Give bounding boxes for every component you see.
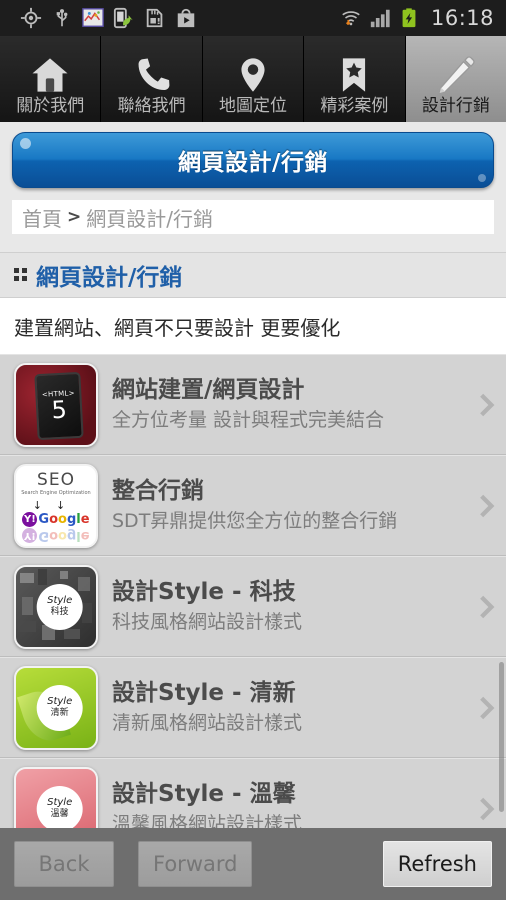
bookmark-star-icon bbox=[335, 53, 373, 97]
warm-style-thumbnail: Style 溫馨 bbox=[14, 766, 98, 828]
battery-charging-icon bbox=[398, 7, 420, 29]
tab-about-us[interactable]: 關於我們 bbox=[0, 36, 102, 122]
thumb-reflection: Y! Google bbox=[22, 527, 90, 543]
tab-label: 地圖定位 bbox=[219, 96, 288, 117]
page-tagline: 建置網站、網頁不只要設計 更要優化 bbox=[0, 298, 506, 354]
breadcrumb: 首頁 > 網頁設計/行銷 bbox=[12, 200, 494, 234]
google-logo-icon: Google bbox=[38, 511, 90, 527]
list-item-title: 設計Style - 溫馨 bbox=[112, 780, 296, 807]
app-icon bbox=[82, 7, 104, 29]
breadcrumb-home[interactable]: 首頁 bbox=[22, 203, 62, 232]
seo-search-engines-thumbnail: SEO Search Engine Optimization ↓↓ Y! Goo… bbox=[14, 463, 98, 548]
button-highlight-top-left-icon bbox=[20, 138, 31, 149]
list-item[interactable]: SEO Search Engine Optimization ↓↓ Y! Goo… bbox=[0, 455, 506, 556]
chevron-right-icon bbox=[466, 493, 506, 519]
tab-contact-us[interactable]: 聯絡我們 bbox=[101, 36, 203, 122]
list-item-subtitle: 科技風格網站設計樣式 bbox=[112, 610, 303, 633]
back-button[interactable]: Back bbox=[14, 841, 114, 887]
thumb-arrows-icon: ↓↓ bbox=[32, 498, 80, 512]
list-item[interactable]: <HTML> 5 網站建置/網頁設計 全方位考量 設計與程式完美結合 bbox=[0, 354, 506, 455]
tab-design-marketing[interactable]: 設計行銷 bbox=[405, 36, 506, 122]
chevron-right-icon bbox=[466, 594, 506, 620]
google-logo-reflection-icon: Google bbox=[38, 527, 90, 543]
page-title: 網頁設計/行銷 bbox=[178, 150, 328, 176]
style-badge: Style 清新 bbox=[36, 684, 83, 731]
badge-kind-label: 清新 bbox=[50, 707, 69, 718]
thumb-brand-logos: Y! Google bbox=[22, 511, 90, 527]
fresh-leaf-style-thumbnail: Style 清新 bbox=[14, 665, 98, 750]
status-bar: 16:18 bbox=[0, 0, 506, 36]
tab-label: 精彩案例 bbox=[320, 96, 389, 117]
badge-style-label: Style bbox=[47, 695, 73, 707]
list-item-text: 設計Style - 科技 科技風格網站設計樣式 bbox=[98, 578, 466, 635]
breadcrumb-separator-icon: > bbox=[67, 207, 82, 227]
usb-icon bbox=[51, 7, 73, 29]
tech-style-thumbnail: Style 科技 bbox=[14, 564, 98, 649]
list-item-text: 整合行銷 SDT昇鼎提供您全方位的整合行銷 bbox=[98, 477, 466, 534]
location-pin-icon bbox=[234, 53, 272, 97]
phone-icon bbox=[133, 53, 171, 97]
service-list: <HTML> 5 網站建置/網頁設計 全方位考量 設計與程式完美結合 SEO S… bbox=[0, 354, 506, 828]
list-item[interactable]: Style 溫馨 設計Style - 溫馨 溫馨風格網站設計樣式 bbox=[0, 758, 506, 828]
thumb-html-version: 5 bbox=[50, 395, 68, 424]
status-left-icons bbox=[8, 7, 340, 29]
status-right-icons: 16:18 bbox=[340, 6, 498, 30]
status-clock: 16:18 bbox=[430, 6, 494, 30]
home-icon bbox=[30, 53, 70, 97]
style-badge: Style 科技 bbox=[36, 583, 83, 630]
tagline-text: 建置網站、網頁不只要設計 更要優化 bbox=[14, 315, 341, 340]
play-store-icon bbox=[175, 7, 197, 29]
list-item-text: 設計Style - 清新 清新風格網站設計樣式 bbox=[98, 679, 466, 736]
chevron-right-icon bbox=[466, 392, 506, 418]
list-item-subtitle: 清新風格網站設計樣式 bbox=[112, 711, 303, 734]
breadcrumb-current: 網頁設計/行銷 bbox=[86, 206, 213, 231]
list-item-subtitle: 全方位考量 設計與程式完美結合 bbox=[112, 408, 385, 431]
tab-label: 關於我們 bbox=[16, 96, 85, 117]
vertical-scrollbar[interactable] bbox=[499, 662, 504, 812]
tab-label: 聯絡我們 bbox=[117, 96, 186, 117]
badge-style-label: Style bbox=[47, 594, 73, 606]
forward-button[interactable]: Forward bbox=[138, 841, 253, 887]
badge-kind-label: 溫馨 bbox=[50, 808, 69, 819]
list-item-subtitle: 溫馨風格網站設計樣式 bbox=[112, 812, 303, 828]
app-root: 16:18 關於我們 聯絡我們 地圖定位 精彩案例 設計行銷 網頁設計/行銷 首… bbox=[0, 0, 506, 900]
web-view-content: 網頁設計/行銷 首頁 > 網頁設計/行銷 網頁設計/行銷 建置網站、網頁不只要設… bbox=[0, 122, 506, 828]
thumb-seo-label: SEO bbox=[37, 469, 75, 490]
list-item-text: 設計Style - 溫馨 溫馨風格網站設計樣式 bbox=[98, 780, 466, 828]
signal-bars-icon bbox=[369, 7, 391, 29]
list-item-title: 網站建置/網頁設計 bbox=[112, 376, 305, 403]
tab-bar: 關於我們 聯絡我們 地圖定位 精彩案例 設計行銷 bbox=[0, 36, 506, 122]
badge-kind-label: 科技 bbox=[50, 606, 69, 617]
button-highlight-bottom-right-icon bbox=[478, 174, 486, 182]
sdcard-icon bbox=[144, 7, 166, 29]
list-item-title: 整合行銷 bbox=[112, 477, 204, 504]
gps-icon bbox=[20, 7, 42, 29]
page-title-container: 網頁設計/行銷 bbox=[0, 122, 506, 196]
tab-label: 設計行銷 bbox=[421, 96, 490, 117]
html5-tablet-thumbnail: <HTML> 5 bbox=[14, 362, 98, 447]
tab-case-studies[interactable]: 精彩案例 bbox=[304, 36, 406, 122]
list-item-title: 設計Style - 科技 bbox=[112, 578, 296, 605]
yahoo-logo-icon: Y! bbox=[22, 511, 38, 527]
section-title: 網頁設計/行銷 bbox=[36, 265, 183, 291]
list-item-text: 網站建置/網頁設計 全方位考量 設計與程式完美結合 bbox=[98, 376, 466, 433]
list-item[interactable]: Style 科技 設計Style - 科技 科技風格網站設計樣式 bbox=[0, 556, 506, 657]
list-item-subtitle: SDT昇鼎提供您全方位的整合行銷 bbox=[112, 509, 398, 532]
badge-style-label: Style bbox=[47, 796, 73, 808]
refresh-button[interactable]: Refresh bbox=[382, 841, 492, 887]
grid-dots-icon bbox=[14, 268, 28, 282]
tab-map-location[interactable]: 地圖定位 bbox=[202, 36, 305, 122]
pencil-icon bbox=[436, 53, 476, 97]
list-item[interactable]: Style 清新 設計Style - 清新 清新風格網站設計樣式 bbox=[0, 657, 506, 758]
yahoo-logo-reflection-icon: Y! bbox=[22, 527, 38, 543]
browser-bottom-bar: Back Forward Refresh bbox=[0, 828, 506, 900]
style-badge: Style 溫馨 bbox=[36, 785, 83, 828]
thumb-seo-sublabel: Search Engine Optimization bbox=[21, 489, 91, 496]
page-title-button[interactable]: 網頁設計/行銷 bbox=[12, 132, 494, 188]
section-header: 網頁設計/行銷 bbox=[0, 252, 506, 298]
wifi-download-icon bbox=[340, 7, 362, 29]
list-item-title: 設計Style - 清新 bbox=[112, 679, 296, 706]
phone-share-icon bbox=[113, 7, 135, 29]
